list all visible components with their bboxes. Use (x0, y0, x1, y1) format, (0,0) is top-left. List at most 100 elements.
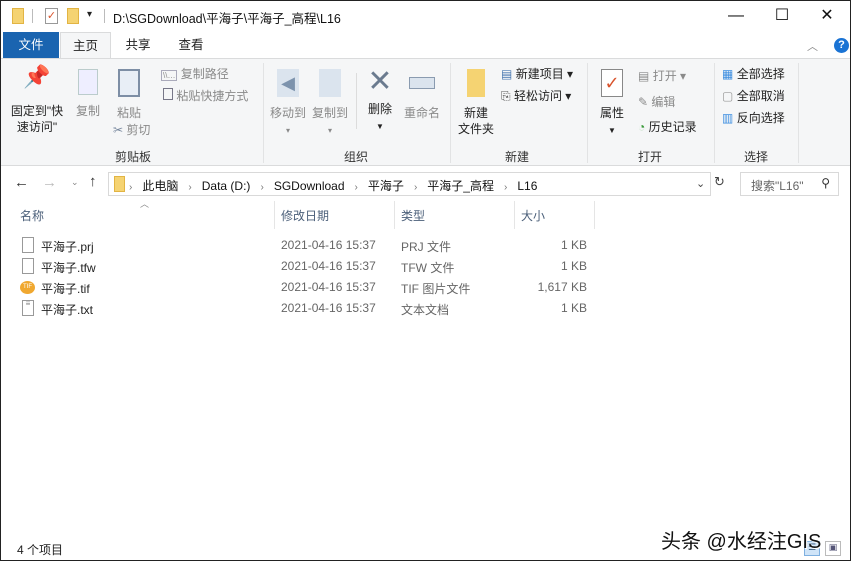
invert-selection-button[interactable]: ▥ 反向选择 (722, 110, 785, 126)
file-date: 2021-04-16 15:37 (281, 238, 376, 252)
breadcrumb-l16[interactable]: L16 (517, 179, 537, 193)
file-row[interactable]: TIF 平海子.tif 2021-04-16 15:37 TIF 图片文件 1,617 … (15, 277, 605, 298)
breadcrumb-pinghaizi[interactable]: 平海子 (368, 179, 404, 193)
clipboard-group-label: 剪贴板 (115, 150, 152, 164)
select-group-label: 选择 (744, 150, 769, 164)
history-button[interactable]: ◔ 历史记录 (638, 119, 697, 135)
tab-home[interactable]: 主页 (60, 32, 111, 58)
group-divider (798, 63, 799, 163)
select-none-button[interactable]: ▢ 全部取消 (722, 88, 785, 104)
breadcrumb-sgdownload[interactable]: SGDownload (274, 179, 345, 193)
navigation-bar: ← → ⌄ ↑ › 此电脑 › Data (D:) › SGDownload ›… (1, 169, 850, 199)
folder-icon (114, 176, 125, 192)
copy-to-button[interactable]: 复制到 ▾ (311, 69, 349, 139)
invert-selection-icon: ▥ (722, 111, 734, 125)
maximize-button[interactable]: ☐ (759, 5, 805, 29)
watermark: 头条 @水经注GIS (661, 531, 822, 553)
easy-access-button[interactable]: ⎘ 轻松访问 ▾ (501, 88, 571, 104)
easy-access-icon: ⎘ (501, 89, 511, 103)
ribbon-tabs: 文件 主页 共享 查看 ︿ ? (1, 32, 850, 58)
paste-shortcut-button[interactable]: 粘贴快捷方式 (163, 88, 248, 104)
move-to-label: 移动到 (269, 106, 306, 120)
open-button[interactable]: ▤ 打开 ▾ (638, 68, 686, 84)
breadcrumb-data-d[interactable]: Data (D:) (202, 179, 251, 193)
column-header-date[interactable]: 修改日期 (281, 207, 329, 224)
copy-path-label: 复制路径 (180, 67, 229, 81)
pin-quick-access-button[interactable]: 📌 固定到"快 速访问" (5, 64, 69, 135)
properties-button[interactable]: ✓ 属性 ▼ (594, 69, 630, 139)
divider (104, 9, 105, 23)
title-bar: ✓ ▾ D:\SGDownload\平海子\平海子_高程\L16 — ☐ ✕ (1, 1, 850, 32)
new-folder-button[interactable]: 新建 文件夹 (455, 69, 497, 137)
customize-quick-access-icon[interactable]: ▾ (87, 9, 92, 20)
breadcrumb-elevation[interactable]: 平海子_高程 (427, 179, 494, 193)
file-type: TIF 图片文件 (401, 282, 471, 296)
file-size: 1 KB (560, 259, 587, 273)
delete-x-icon: ✕ (367, 65, 393, 98)
file-icon (22, 237, 34, 253)
tab-share[interactable]: 共享 (114, 32, 162, 58)
large-icons-view-icon[interactable]: ▣ (825, 541, 841, 556)
history-label: 历史记录 (648, 120, 697, 134)
properties-label: 属性 (599, 106, 624, 120)
help-icon[interactable]: ? (834, 38, 849, 53)
select-none-icon: ▢ (722, 89, 734, 103)
paste-button[interactable]: 粘贴 (111, 69, 147, 121)
forward-arrow-icon[interactable]: → (42, 174, 57, 191)
address-dropdown-icon[interactable]: ⌄ (696, 177, 705, 190)
back-arrow-icon[interactable]: ← (14, 174, 29, 191)
new-item-label: 新建项目 ▾ (515, 67, 574, 81)
divider (32, 9, 33, 23)
minimize-button[interactable]: — (713, 5, 759, 29)
paste-label: 粘贴 (116, 106, 141, 120)
select-all-button[interactable]: ▦ 全部选择 (722, 66, 785, 82)
column-header-name[interactable]: 名称 (20, 207, 44, 224)
edit-button[interactable]: ✎ 编辑 (638, 94, 675, 110)
delete-button[interactable]: ✕ 删除 ▼ (363, 65, 397, 135)
close-button[interactable]: ✕ (804, 5, 850, 29)
pin-icon: 📌 (23, 64, 51, 89)
search-placeholder: 搜索"L16" (751, 179, 804, 193)
new-item-button[interactable]: ▤ 新建项目 ▾ (501, 66, 573, 82)
collapse-ribbon-icon[interactable]: ︿ (807, 38, 818, 54)
file-name: 平海子.tif (41, 282, 90, 296)
column-divider[interactable] (394, 201, 395, 229)
copy-path-button[interactable]: \\… 复制路径 (161, 66, 229, 84)
cut-button[interactable]: ✂ 剪切 (113, 122, 150, 138)
address-bar[interactable]: › 此电脑 › Data (D:) › SGDownload › 平海子 › 平… (108, 172, 711, 196)
invert-selection-label: 反向选择 (736, 111, 785, 125)
copy-button[interactable]: 复制 (71, 69, 105, 119)
organize-group-label: 组织 (344, 150, 369, 164)
recent-locations-icon[interactable]: ⌄ (71, 177, 79, 188)
file-row[interactable]: ≡ 平海子.txt 2021-04-16 15:37 文本文档 1 KB (15, 298, 605, 319)
search-input[interactable]: 搜索"L16" ⚲ (740, 172, 839, 196)
file-name: 平海子.txt (41, 303, 94, 317)
sort-ascending-icon: ︿ (140, 199, 150, 209)
tab-file[interactable]: 文件 (3, 32, 59, 58)
properties-quick-icon[interactable]: ✓ (45, 8, 58, 24)
column-header-size[interactable]: 大小 (521, 207, 545, 224)
rename-button[interactable]: 重命名 (401, 69, 443, 120)
file-size: 1 KB (560, 301, 587, 315)
move-to-button[interactable]: ◀ 移动到 ▾ (269, 69, 307, 139)
search-icon: ⚲ (821, 176, 830, 190)
file-date: 2021-04-16 15:37 (281, 259, 376, 273)
delete-label: 删除 (367, 102, 392, 116)
breadcrumb-this-pc[interactable]: 此电脑 (142, 179, 178, 193)
column-divider[interactable] (274, 201, 275, 229)
copy-to-icon (319, 69, 341, 97)
breadcrumb: › 此电脑 › Data (D:) › SGDownload › 平海子 › 平… (129, 179, 538, 193)
file-date: 2021-04-16 15:37 (281, 301, 376, 315)
tab-view[interactable]: 查看 (167, 32, 215, 58)
up-arrow-icon[interactable]: ↑ (89, 173, 97, 190)
column-header-type[interactable]: 类型 (401, 207, 425, 224)
new-folder-quick-icon[interactable] (67, 8, 79, 24)
status-item-count: 4 个项目 (17, 543, 64, 557)
refresh-icon[interactable]: ↻ (714, 174, 725, 190)
file-type: PRJ 文件 (401, 240, 452, 254)
copy-to-label: 复制到 (311, 106, 348, 120)
column-divider[interactable] (594, 201, 595, 229)
file-row[interactable]: 平海子.prj 2021-04-16 15:37 PRJ 文件 1 KB (15, 235, 605, 256)
column-divider[interactable] (514, 201, 515, 229)
file-row[interactable]: 平海子.tfw 2021-04-16 15:37 TFW 文件 1 KB (15, 256, 605, 277)
